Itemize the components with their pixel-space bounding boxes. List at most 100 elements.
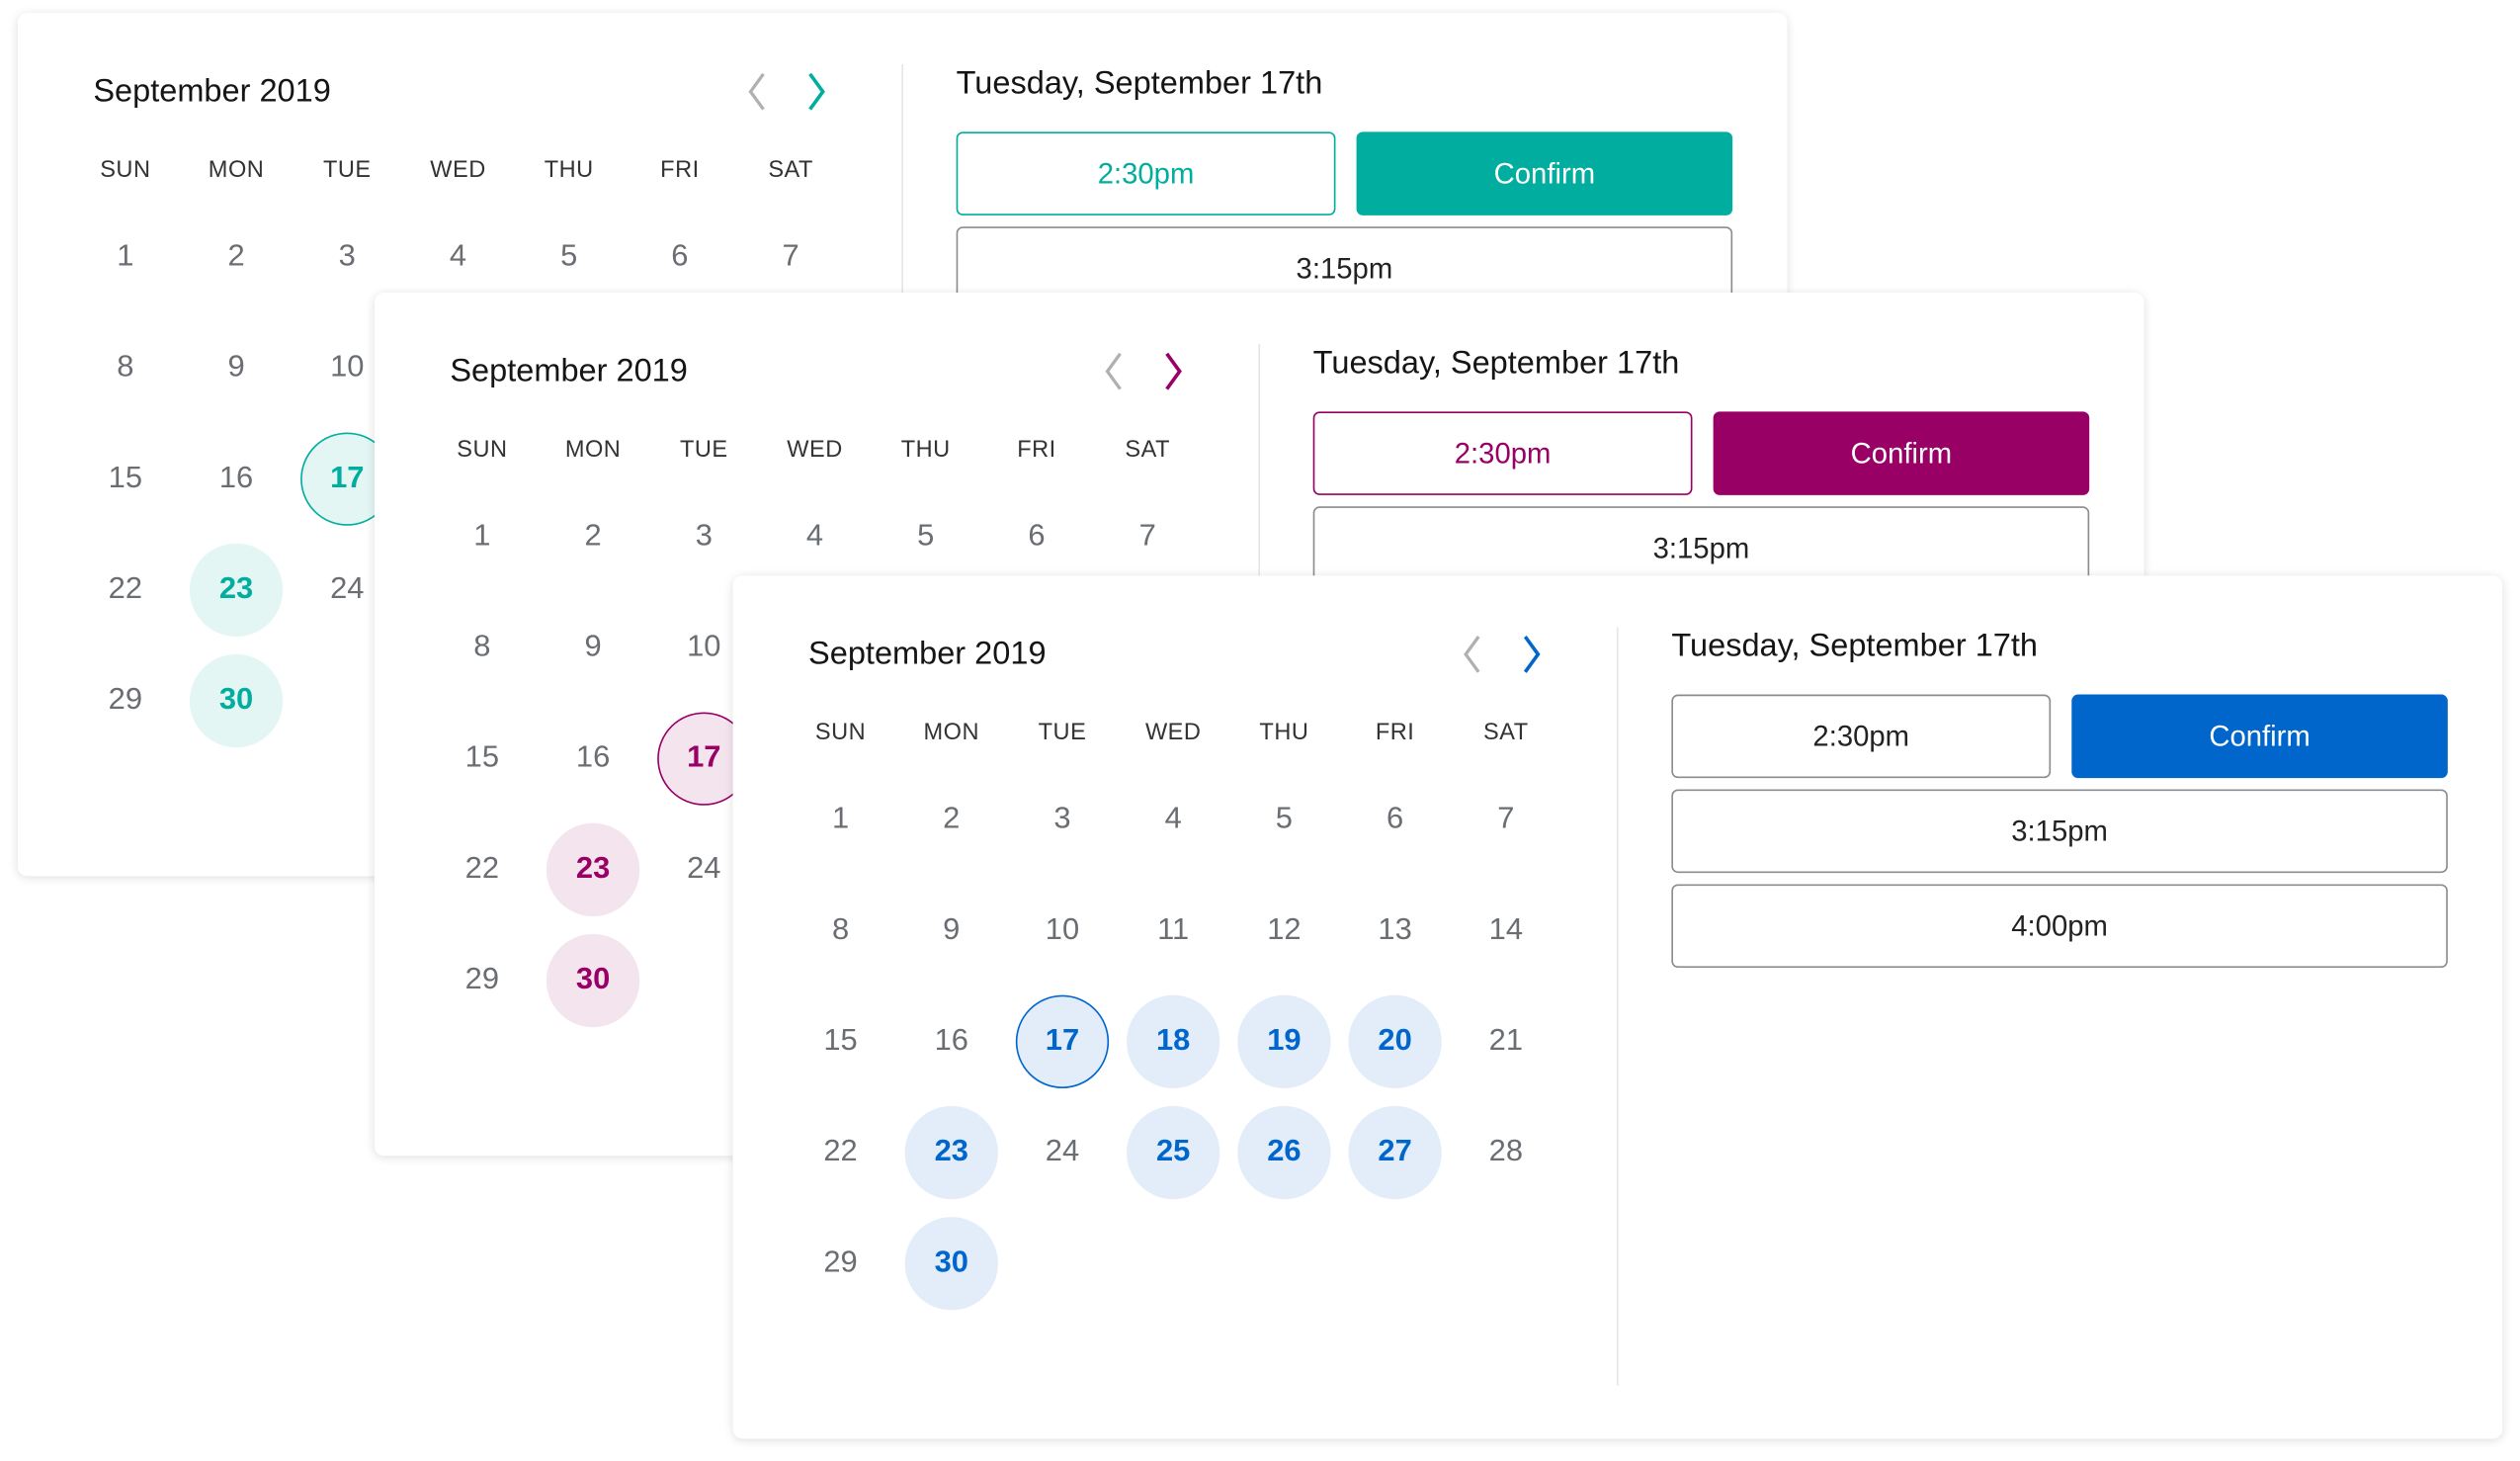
weekday-header: SUN <box>457 437 508 464</box>
calendar-day: 1 <box>831 802 850 836</box>
weekday-header: WED <box>787 437 843 464</box>
prev-month-button[interactable] <box>737 67 776 116</box>
weekday-header: MON <box>564 437 622 464</box>
calendar-day: 1 <box>117 239 134 274</box>
time-slot-button[interactable]: 3:15pm <box>1671 789 2448 874</box>
weekday-header: THU <box>900 437 951 464</box>
calendar-day: 9 <box>584 630 602 664</box>
calendar-day: 3 <box>338 239 356 274</box>
weekday-header: TUE <box>680 437 728 464</box>
chevron-left-icon <box>1105 352 1122 390</box>
calendar-day: 10 <box>1045 912 1080 947</box>
calendar-day: 2 <box>943 802 961 836</box>
weekday-header: WED <box>1144 720 1202 746</box>
weekday-header: SAT <box>1483 720 1529 746</box>
weekday-header: TUE <box>1038 720 1087 746</box>
selected-date-title: Tuesday, September 17th <box>1671 628 2039 664</box>
weekday-header: SUN <box>814 720 867 746</box>
calendar-day: 4 <box>449 239 467 274</box>
chevron-left-icon <box>1464 636 1480 673</box>
calendar-day: 3 <box>1053 802 1071 836</box>
weekday-header: MON <box>923 720 980 746</box>
calendar-day: 7 <box>782 239 799 274</box>
calendar-day: 21 <box>1488 1023 1524 1059</box>
calendar-day: 6 <box>1386 802 1404 836</box>
weekday-header: THU <box>1259 720 1309 746</box>
calendar-day: 15 <box>464 740 500 775</box>
calendar-day: 8 <box>117 350 134 385</box>
chevron-left-icon <box>748 72 765 111</box>
calendar-day: 4 <box>805 519 824 554</box>
calendar-day: 3 <box>695 519 713 554</box>
available-day[interactable]: 30 <box>904 1217 998 1311</box>
chevron-right-icon <box>1165 352 1182 390</box>
weekday-header: THU <box>544 157 594 184</box>
prev-month-button[interactable] <box>1453 631 1491 679</box>
weekday-header: FRI <box>1375 720 1415 746</box>
panel-divider <box>1617 627 1619 1386</box>
calendar-themes-showcase: September 2019 SUN MON TUE WED THU FRI SAT 1 2 3 4 5… <box>0 0 2520 1461</box>
calendar-day: 13 <box>1378 912 1412 947</box>
selected-date-title: Tuesday, September 17th <box>1312 345 1680 382</box>
weekday-header: WED <box>430 157 486 184</box>
available-day[interactable]: 19 <box>1237 994 1331 1089</box>
time-slot-button[interactable]: 2:30pm <box>1671 694 2052 779</box>
calendar-day: 5 <box>1275 802 1294 836</box>
available-day[interactable]: 30 <box>546 933 640 1028</box>
weekday-header: SAT <box>768 157 813 184</box>
calendar-day: 1 <box>473 519 491 554</box>
calendar-day: 16 <box>218 461 254 495</box>
month-label: September 2019 <box>808 637 1047 672</box>
next-month-button[interactable] <box>1512 631 1551 679</box>
date-picker-card-blue: September 2019 SUN MON TUE WED THU FRI SAT 1 2 3 4 5… <box>732 575 2503 1439</box>
weekday-header: MON <box>208 157 265 184</box>
time-slot-button[interactable]: 2:30pm <box>956 131 1336 215</box>
calendar-day: 22 <box>464 851 500 887</box>
available-day[interactable]: 23 <box>904 1105 998 1200</box>
calendar-day: 2 <box>227 239 245 274</box>
calendar-day: 22 <box>823 1135 858 1169</box>
available-day[interactable]: 25 <box>1127 1105 1220 1200</box>
weekday-header: SAT <box>1125 437 1170 464</box>
confirm-button[interactable]: Confirm <box>1356 131 1733 215</box>
calendar-day: 16 <box>575 740 611 775</box>
calendar-day: 6 <box>671 239 689 274</box>
calendar-day: 15 <box>108 461 143 495</box>
prev-month-button[interactable] <box>1095 347 1134 395</box>
calendar-day: 11 <box>1157 912 1190 947</box>
calendar-day: 12 <box>1267 912 1302 947</box>
time-slot-button[interactable]: 2:30pm <box>1312 411 1693 495</box>
time-slot-button[interactable]: 4:00pm <box>1671 884 2448 969</box>
available-day[interactable]: 30 <box>189 653 284 748</box>
chevron-right-icon <box>1523 635 1541 673</box>
calendar-day: 24 <box>1045 1135 1080 1169</box>
selected-day[interactable]: 17 <box>1015 994 1110 1089</box>
selected-date-title: Tuesday, September 17th <box>956 65 1323 102</box>
calendar-day: 4 <box>1164 802 1182 836</box>
month-label: September 2019 <box>450 353 688 389</box>
chevron-right-icon <box>808 72 825 111</box>
next-month-button[interactable] <box>1154 347 1193 395</box>
available-day[interactable]: 26 <box>1237 1105 1331 1200</box>
month-label: September 2019 <box>93 73 331 110</box>
available-day[interactable]: 18 <box>1127 994 1220 1089</box>
calendar-day: 29 <box>108 683 143 718</box>
calendar-day: 29 <box>823 1246 858 1280</box>
next-month-button[interactable] <box>798 67 836 116</box>
calendar-day: 5 <box>560 239 578 274</box>
available-day[interactable]: 23 <box>189 543 284 638</box>
confirm-button[interactable]: Confirm <box>2071 694 2448 779</box>
weekday-header: SUN <box>100 157 151 184</box>
weekday-header: TUE <box>322 157 372 184</box>
calendar-day: 6 <box>1028 519 1046 554</box>
confirm-button[interactable]: Confirm <box>1713 411 2090 495</box>
calendar-day: 2 <box>584 519 602 554</box>
calendar-day: 15 <box>823 1023 858 1059</box>
available-day[interactable]: 20 <box>1348 994 1442 1089</box>
calendar-day: 7 <box>1138 519 1156 554</box>
calendar-day: 8 <box>473 630 491 664</box>
calendar-day: 22 <box>108 571 143 607</box>
calendar-day: 8 <box>831 912 850 947</box>
available-day[interactable]: 27 <box>1348 1105 1442 1200</box>
available-day[interactable]: 23 <box>546 822 640 916</box>
